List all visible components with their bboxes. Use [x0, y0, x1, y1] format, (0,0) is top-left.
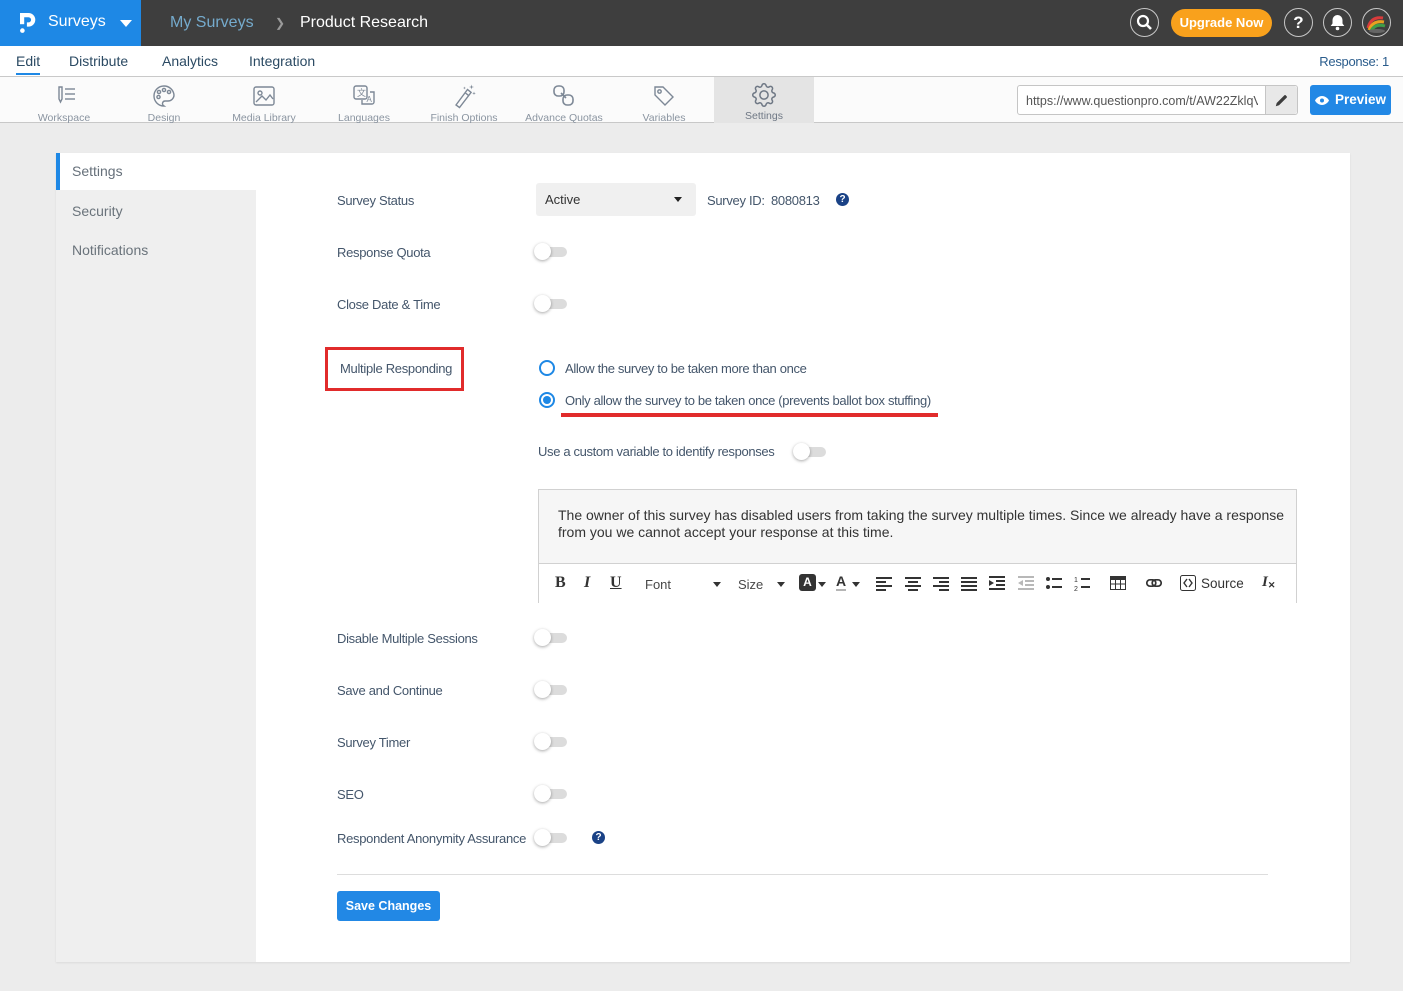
svg-text:文: 文	[357, 87, 366, 98]
svg-text:2: 2	[1074, 586, 1078, 591]
svg-text:1: 1	[1074, 577, 1078, 584]
svg-text:A: A	[367, 95, 373, 104]
